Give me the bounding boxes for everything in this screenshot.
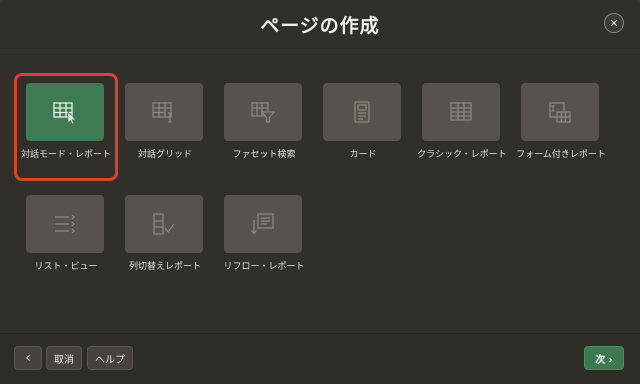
tile-label: 列切替えレポート	[128, 262, 201, 272]
tile-box	[224, 195, 302, 253]
header-divider	[0, 48, 640, 49]
dialog-title: ページの作成	[260, 15, 380, 37]
report-with-form-icon	[549, 102, 571, 123]
tile-label: クラシック・レポート	[417, 150, 507, 160]
cancel-button[interactable]: 取消	[46, 346, 82, 370]
selection-highlight	[14, 73, 118, 181]
list-view-icon	[55, 214, 75, 234]
tile-box	[125, 83, 203, 141]
create-page-dialog: ページの作成 ✕ 対話モード・レポート 対話グリッド ファセット検索 カード ク…	[0, 0, 640, 384]
reflow-report-icon	[251, 213, 274, 235]
classic-report-icon	[450, 102, 472, 121]
tile-box	[224, 83, 302, 141]
column-toggle-report-icon	[153, 213, 175, 235]
tile-box	[26, 195, 104, 253]
dialog-footer: ‹ 取消 ヘルプ 次 ›	[0, 333, 640, 384]
close-button[interactable]: ✕	[604, 13, 624, 33]
next-button[interactable]: 次 ›	[584, 346, 624, 370]
tile-label: フォーム付きレポート	[516, 150, 606, 160]
tile-box	[422, 83, 500, 141]
tile-box	[521, 83, 599, 141]
tile-box	[125, 195, 203, 253]
interactive-grid-icon	[152, 102, 172, 123]
tile-label: リフロー・レポート	[223, 262, 305, 272]
faceted-search-icon	[251, 102, 276, 123]
chevron-left-icon: ‹	[25, 350, 31, 366]
tile-label: ファセット検索	[232, 150, 296, 160]
close-icon: ✕	[609, 16, 619, 30]
tile-box	[323, 83, 401, 141]
tile-label: リスト・ビュー	[34, 262, 98, 272]
back-button[interactable]: ‹	[14, 346, 42, 370]
tile-label: カード	[349, 150, 377, 160]
help-button[interactable]: ヘルプ	[87, 346, 133, 370]
cards-icon	[354, 101, 370, 123]
tile-label: 対話グリッド	[137, 150, 192, 160]
